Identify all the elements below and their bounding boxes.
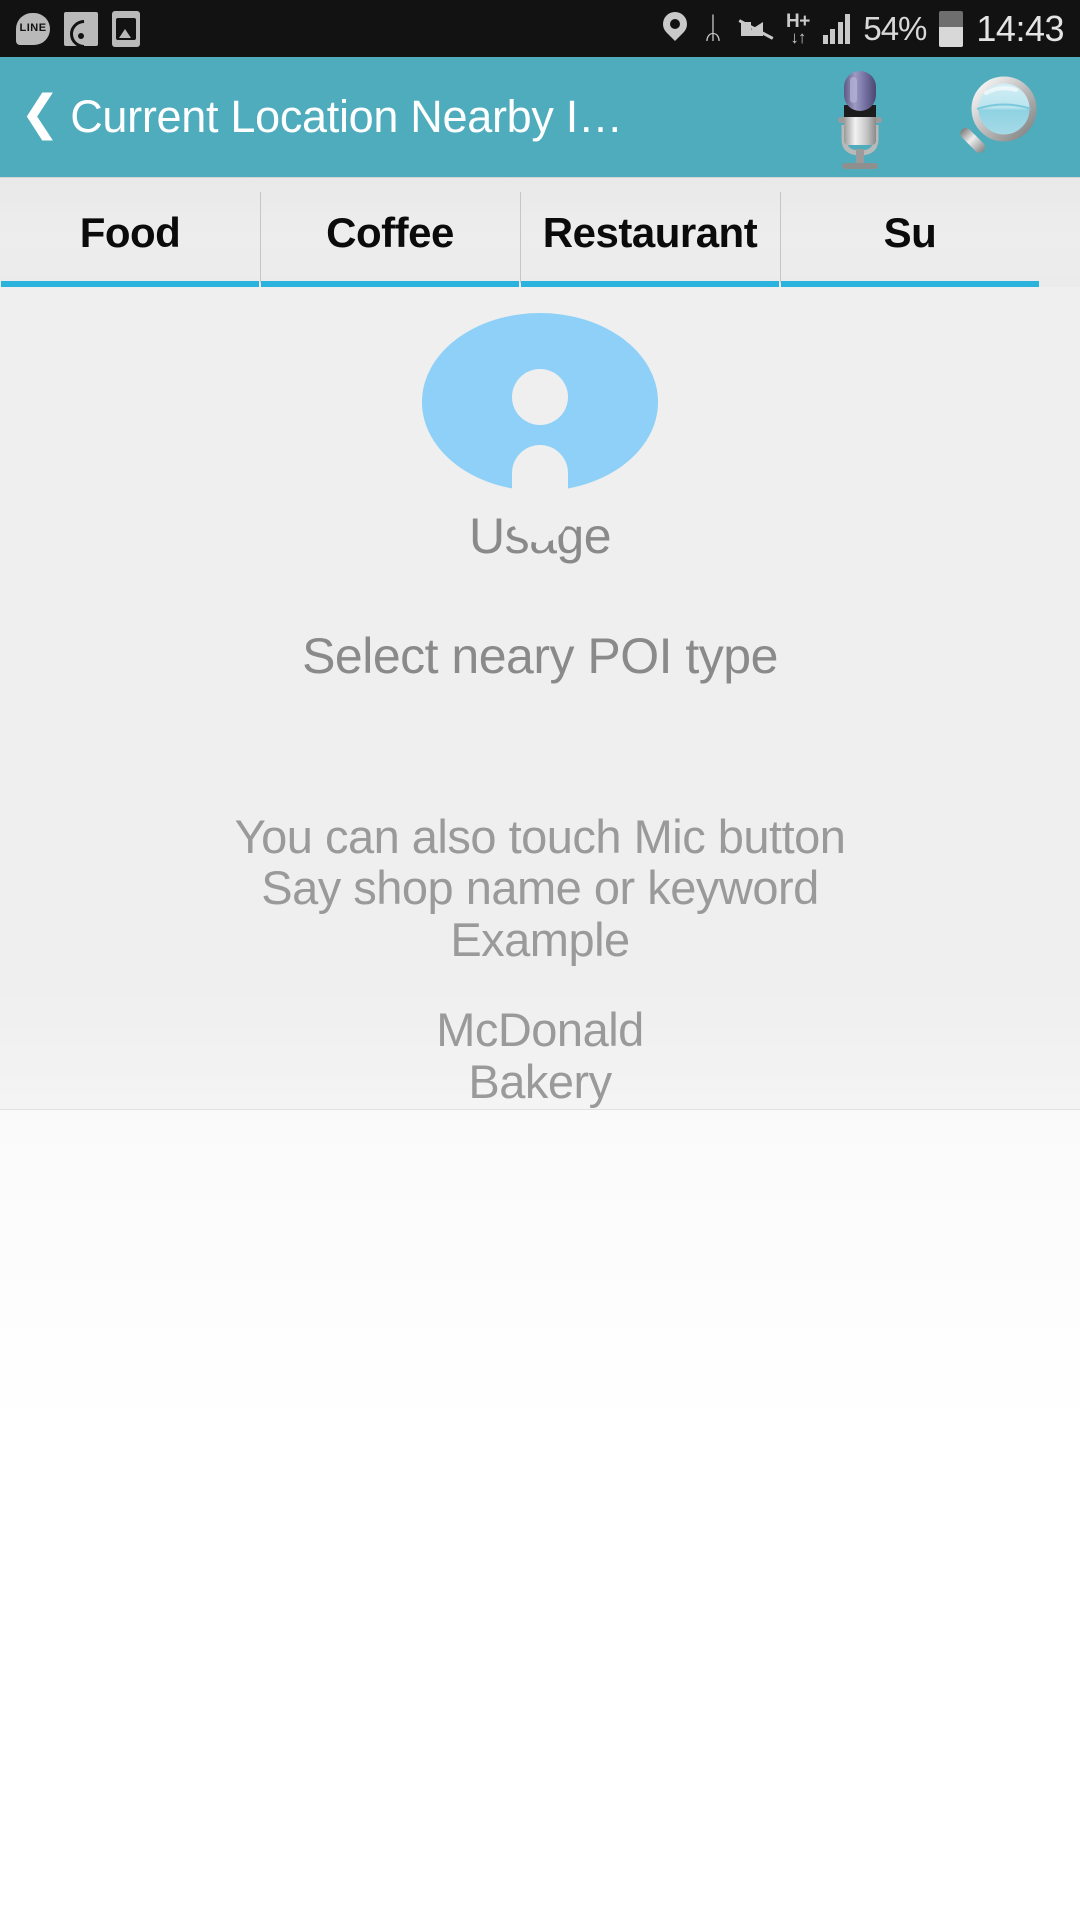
status-bar-clock: 14:43: [976, 7, 1064, 49]
tab-restaurant[interactable]: Restaurant: [520, 178, 780, 287]
app-bar: ❮ Current Location Nearby I…: [0, 57, 1080, 177]
app-bar-actions: [824, 65, 1062, 169]
info-icon-stem: [512, 445, 568, 543]
mic-hint-line-2: Say shop name or keyword: [261, 861, 819, 915]
back-button[interactable]: ❮: [12, 90, 70, 144]
tab-bar: Food Coffee Restaurant Su: [0, 177, 1080, 287]
mic-hint-line-3: Example: [450, 913, 630, 967]
search-icon[interactable]: [950, 69, 1046, 165]
example-block: McDonald Bakery: [436, 1002, 644, 1109]
app-screen: LINE ᛦ H+ ↓↑ 54% 14:43 ❮ Current Locatio…: [0, 0, 1080, 1920]
tab-coffee-label: Coffee: [326, 208, 454, 256]
network-type-icon: H+ ↓↑: [786, 12, 810, 46]
line-app-icon-label: LINE: [19, 22, 47, 34]
page-title: Current Location Nearby I…: [70, 91, 623, 142]
empty-list-area: [0, 1110, 1080, 1920]
volume-mute-icon: [738, 15, 774, 43]
tab-su[interactable]: Su: [780, 178, 1040, 287]
example-line-2: Bakery: [468, 1055, 612, 1109]
tab-restaurant-label: Restaurant: [542, 208, 758, 256]
tab-su-label: Su: [883, 208, 937, 256]
line-app-icon: LINE: [16, 12, 50, 45]
tab-food-label: Food: [79, 208, 181, 256]
usage-panel: Usage Select neary POI type You can also…: [0, 287, 1080, 1110]
network-arrows-label: ↓↑: [790, 27, 806, 47]
location-pin-icon: [663, 12, 687, 46]
magnifier-icon-glyph: [960, 76, 1037, 153]
usage-subtitle: Select neary POI type: [302, 627, 778, 684]
signal-strength-icon: [822, 13, 851, 44]
tab-coffee[interactable]: Coffee: [260, 178, 520, 287]
status-bar-right-icons: ᛦ H+ ↓↑ 54% 14:43: [663, 8, 1064, 50]
wifi-icon: [64, 11, 98, 46]
battery-icon: [939, 10, 964, 47]
example-line-1: McDonald: [436, 1002, 644, 1056]
battery-percent-label: 54%: [863, 9, 927, 47]
microphone-icon-glyph: [838, 71, 882, 169]
info-circle-icon: [422, 313, 658, 543]
tab-food[interactable]: Food: [0, 178, 260, 287]
info-icon-dot: [512, 369, 568, 425]
microphone-icon[interactable]: [824, 65, 896, 169]
bluetooth-icon: ᛦ: [704, 11, 723, 45]
content-area: Usage Select neary POI type You can also…: [0, 287, 1080, 1920]
mic-hint-line-1: You can also touch Mic button: [234, 809, 846, 863]
gallery-icon: [112, 10, 140, 47]
status-bar: LINE ᛦ H+ ↓↑ 54% 14:43: [0, 0, 1080, 57]
mic-hint-block: You can also touch Mic button Say shop n…: [234, 809, 846, 967]
status-bar-left-icons: LINE: [16, 10, 140, 47]
